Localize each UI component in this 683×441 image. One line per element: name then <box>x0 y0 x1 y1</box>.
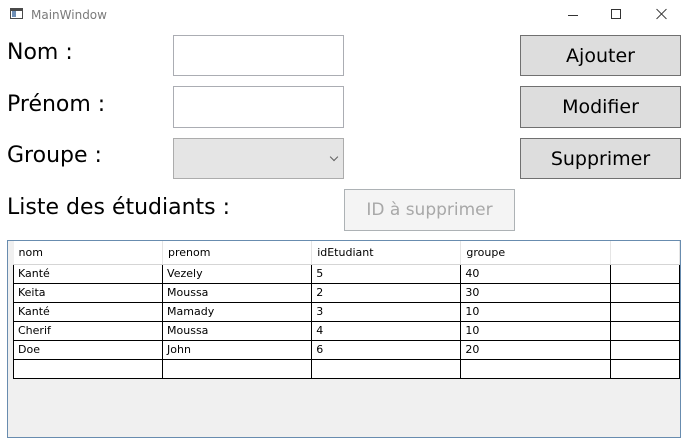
table-row[interactable]: Keita Moussa 2 30 <box>12 282 680 303</box>
maximize-button[interactable] <box>594 0 640 30</box>
cell-idetudiant[interactable]: 5 <box>311 263 462 284</box>
table-row[interactable]: Kanté Vezely 5 40 <box>12 263 680 284</box>
cell-nom[interactable]: Keita <box>12 282 164 303</box>
minimize-button[interactable] <box>550 0 596 30</box>
cell-filler <box>609 320 680 341</box>
add-button[interactable]: Ajouter <box>520 35 681 76</box>
column-header-prenom[interactable]: prenom <box>162 241 313 265</box>
cell-filler <box>609 282 680 303</box>
chevron-down-icon <box>329 152 339 162</box>
cell-nom[interactable]: Kanté <box>12 301 164 322</box>
column-header-idetudiant[interactable]: idEtudiant <box>311 241 462 265</box>
cell-prenom[interactable]: Vezely <box>162 263 313 284</box>
table-new-row[interactable] <box>12 358 680 379</box>
cell-new[interactable] <box>460 358 611 379</box>
groupe-select[interactable] <box>173 138 344 179</box>
delete-button[interactable]: Supprimer <box>520 138 681 179</box>
nom-label: Nom : <box>7 40 73 65</box>
edit-button[interactable]: Modifier <box>520 86 681 128</box>
close-button[interactable] <box>640 0 683 30</box>
cell-groupe[interactable]: 20 <box>460 339 611 360</box>
window-icon <box>10 8 23 19</box>
minimize-icon <box>568 15 578 16</box>
column-header-filler <box>610 241 680 265</box>
cell-idetudiant[interactable]: 2 <box>311 282 462 303</box>
cell-prenom[interactable]: Moussa <box>162 320 313 341</box>
table-row[interactable]: Doe John 6 20 <box>12 339 680 360</box>
cell-groupe[interactable]: 10 <box>460 301 611 322</box>
cell-new[interactable] <box>311 358 462 379</box>
cell-groupe[interactable]: 10 <box>460 320 611 341</box>
liste-label: Liste des étudiants : <box>7 195 231 220</box>
column-header-nom[interactable]: nom <box>13 241 164 265</box>
cell-new[interactable] <box>12 358 164 379</box>
prenom-input[interactable] <box>173 86 344 128</box>
title-bar: MainWindow <box>0 0 683 30</box>
cell-groupe[interactable]: 40 <box>460 263 611 284</box>
cell-prenom[interactable]: Mamady <box>162 301 313 322</box>
cell-filler <box>609 263 680 284</box>
cell-idetudiant[interactable]: 4 <box>311 320 462 341</box>
window-title: MainWindow <box>31 8 107 22</box>
column-header-groupe[interactable]: groupe <box>460 241 611 265</box>
groupe-label: Groupe : <box>7 143 102 168</box>
cell-new[interactable] <box>162 358 313 379</box>
cell-groupe[interactable]: 30 <box>460 282 611 303</box>
nom-input[interactable] <box>173 35 344 76</box>
prenom-label: Prénom : <box>7 92 106 117</box>
table-header-row: nom prenom idEtudiant groupe <box>13 241 680 265</box>
cell-filler <box>609 301 680 322</box>
students-table: nom prenom idEtudiant groupe Kanté Vezel… <box>12 241 680 379</box>
cell-idetudiant[interactable]: 6 <box>311 339 462 360</box>
cell-prenom[interactable]: Moussa <box>162 282 313 303</box>
cell-prenom[interactable]: John <box>162 339 313 360</box>
id-to-delete-input[interactable]: ID à supprimer <box>344 189 515 231</box>
cell-nom[interactable]: Kanté <box>12 263 164 284</box>
close-icon <box>656 8 668 20</box>
cell-nom[interactable]: Doe <box>12 339 164 360</box>
cell-filler <box>609 339 680 360</box>
maximize-icon <box>611 9 621 19</box>
cell-nom[interactable]: Cherif <box>12 320 164 341</box>
table-row[interactable]: Cherif Moussa 4 10 <box>12 320 680 341</box>
table-row[interactable]: Kanté Mamady 3 10 <box>12 301 680 322</box>
cell-filler <box>609 358 680 379</box>
cell-idetudiant[interactable]: 3 <box>311 301 462 322</box>
students-datagrid[interactable]: nom prenom idEtudiant groupe Kanté Vezel… <box>7 240 681 438</box>
